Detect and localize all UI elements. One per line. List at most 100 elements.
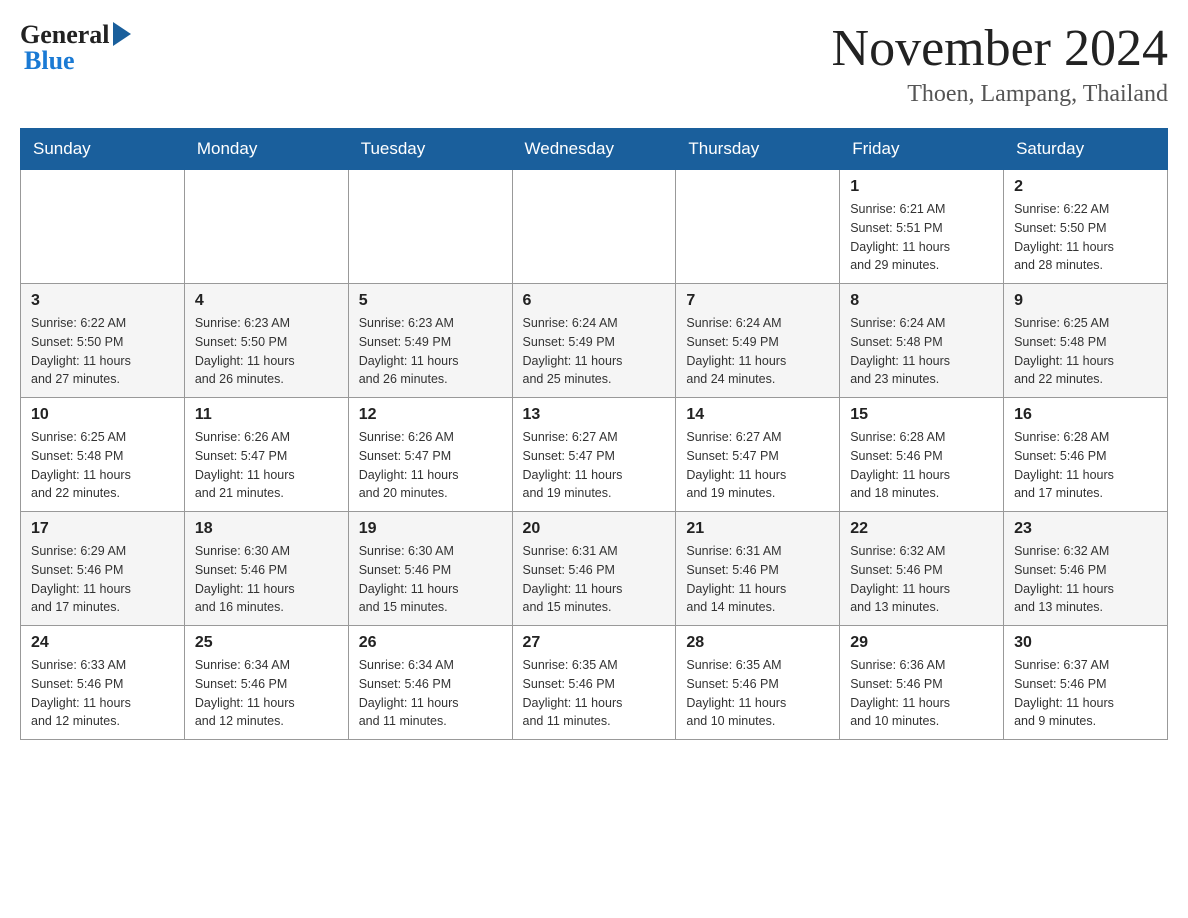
day-info: Sunrise: 6:23 AM Sunset: 5:49 PM Dayligh… (359, 314, 502, 389)
day-info: Sunrise: 6:29 AM Sunset: 5:46 PM Dayligh… (31, 542, 174, 617)
calendar-cell: 6 Sunrise: 6:24 AM Sunset: 5:49 PM Daylig… (512, 284, 676, 398)
calendar-cell: 28 Sunrise: 6:35 AM Sunset: 5:46 PM Dayli… (676, 626, 840, 740)
day-info: Sunrise: 6:24 AM Sunset: 5:49 PM Dayligh… (523, 314, 666, 389)
week-row-4: 17 Sunrise: 6:29 AM Sunset: 5:46 PM Dayli… (21, 512, 1168, 626)
title-section: November 2024 Thoen, Lampang, Thailand (832, 20, 1168, 108)
day-number: 23 (1014, 520, 1157, 538)
calendar-cell: 22 Sunrise: 6:32 AM Sunset: 5:46 PM Dayli… (840, 512, 1004, 626)
header-sunday: Sunday (21, 129, 185, 170)
week-row-2: 3 Sunrise: 6:22 AM Sunset: 5:50 PM Daylig… (21, 284, 1168, 398)
day-number: 22 (850, 520, 993, 538)
header-thursday: Thursday (676, 129, 840, 170)
page-header: General Blue November 2024 Thoen, Lampan… (20, 20, 1168, 108)
calendar-cell: 19 Sunrise: 6:30 AM Sunset: 5:46 PM Dayli… (348, 512, 512, 626)
calendar-cell: 2 Sunrise: 6:22 AM Sunset: 5:50 PM Daylig… (1004, 170, 1168, 284)
calendar-cell (21, 170, 185, 284)
header-monday: Monday (184, 129, 348, 170)
day-number: 25 (195, 634, 338, 652)
day-info: Sunrise: 6:34 AM Sunset: 5:46 PM Dayligh… (359, 656, 502, 731)
day-number: 24 (31, 634, 174, 652)
day-number: 29 (850, 634, 993, 652)
month-title: November 2024 (832, 20, 1168, 77)
day-info: Sunrise: 6:27 AM Sunset: 5:47 PM Dayligh… (523, 428, 666, 503)
calendar-cell: 23 Sunrise: 6:32 AM Sunset: 5:46 PM Dayli… (1004, 512, 1168, 626)
day-info: Sunrise: 6:22 AM Sunset: 5:50 PM Dayligh… (31, 314, 174, 389)
day-number: 14 (686, 406, 829, 424)
calendar-cell: 5 Sunrise: 6:23 AM Sunset: 5:49 PM Daylig… (348, 284, 512, 398)
day-number: 5 (359, 292, 502, 310)
day-info: Sunrise: 6:31 AM Sunset: 5:46 PM Dayligh… (686, 542, 829, 617)
calendar-cell: 4Sunrise: 6:23 AM Sunset: 5:50 PM Daylig… (184, 284, 348, 398)
day-info: Sunrise: 6:21 AM Sunset: 5:51 PM Dayligh… (850, 200, 993, 275)
calendar-cell (184, 170, 348, 284)
day-number: 7 (686, 292, 829, 310)
weekday-header-row: Sunday Monday Tuesday Wednesday Thursday… (21, 129, 1168, 170)
day-number: 26 (359, 634, 502, 652)
calendar-cell: 7 Sunrise: 6:24 AM Sunset: 5:49 PM Daylig… (676, 284, 840, 398)
calendar-cell: 17 Sunrise: 6:29 AM Sunset: 5:46 PM Dayli… (21, 512, 185, 626)
day-number: 15 (850, 406, 993, 424)
calendar-cell: 10Sunrise: 6:25 AM Sunset: 5:48 PM Dayli… (21, 398, 185, 512)
day-number: 8 (850, 292, 993, 310)
day-info: Sunrise: 6:37 AM Sunset: 5:46 PM Dayligh… (1014, 656, 1157, 731)
calendar-cell: 16Sunrise: 6:28 AM Sunset: 5:46 PM Dayli… (1004, 398, 1168, 512)
day-info: Sunrise: 6:22 AM Sunset: 5:50 PM Dayligh… (1014, 200, 1157, 275)
calendar-cell: 30Sunrise: 6:37 AM Sunset: 5:46 PM Dayli… (1004, 626, 1168, 740)
day-info: Sunrise: 6:30 AM Sunset: 5:46 PM Dayligh… (195, 542, 338, 617)
day-info: Sunrise: 6:25 AM Sunset: 5:48 PM Dayligh… (1014, 314, 1157, 389)
calendar-cell: 24 Sunrise: 6:33 AM Sunset: 5:46 PM Dayli… (21, 626, 185, 740)
day-number: 17 (31, 520, 174, 538)
day-number: 1 (850, 178, 993, 196)
week-row-3: 10Sunrise: 6:25 AM Sunset: 5:48 PM Dayli… (21, 398, 1168, 512)
calendar-cell: 18 Sunrise: 6:30 AM Sunset: 5:46 PM Dayli… (184, 512, 348, 626)
calendar-cell (348, 170, 512, 284)
day-number: 11 (195, 406, 338, 424)
day-number: 20 (523, 520, 666, 538)
day-info: Sunrise: 6:30 AM Sunset: 5:46 PM Dayligh… (359, 542, 502, 617)
day-info: Sunrise: 6:33 AM Sunset: 5:46 PM Dayligh… (31, 656, 174, 731)
day-number: 13 (523, 406, 666, 424)
day-info: Sunrise: 6:32 AM Sunset: 5:46 PM Dayligh… (1014, 542, 1157, 617)
day-number: 19 (359, 520, 502, 538)
day-info: Sunrise: 6:35 AM Sunset: 5:46 PM Dayligh… (523, 656, 666, 731)
calendar-cell: 3 Sunrise: 6:22 AM Sunset: 5:50 PM Daylig… (21, 284, 185, 398)
calendar-cell: 14 Sunrise: 6:27 AM Sunset: 5:47 PM Dayli… (676, 398, 840, 512)
day-info: Sunrise: 6:24 AM Sunset: 5:49 PM Dayligh… (686, 314, 829, 389)
day-info: Sunrise: 6:27 AM Sunset: 5:47 PM Dayligh… (686, 428, 829, 503)
calendar-cell: 11 Sunrise: 6:26 AM Sunset: 5:47 PM Dayli… (184, 398, 348, 512)
day-info: Sunrise: 6:35 AM Sunset: 5:46 PM Dayligh… (686, 656, 829, 731)
day-number: 6 (523, 292, 666, 310)
calendar-cell: 9 Sunrise: 6:25 AM Sunset: 5:48 PM Daylig… (1004, 284, 1168, 398)
day-info: Sunrise: 6:26 AM Sunset: 5:47 PM Dayligh… (359, 428, 502, 503)
day-number: 27 (523, 634, 666, 652)
day-number: 9 (1014, 292, 1157, 310)
day-info: Sunrise: 6:32 AM Sunset: 5:46 PM Dayligh… (850, 542, 993, 617)
day-info: Sunrise: 6:28 AM Sunset: 5:46 PM Dayligh… (1014, 428, 1157, 503)
calendar-cell: 13 Sunrise: 6:27 AM Sunset: 5:47 PM Dayli… (512, 398, 676, 512)
calendar-cell: 21 Sunrise: 6:31 AM Sunset: 5:46 PM Dayli… (676, 512, 840, 626)
day-info: Sunrise: 6:23 AM Sunset: 5:50 PM Dayligh… (195, 314, 338, 389)
calendar-cell: 27 Sunrise: 6:35 AM Sunset: 5:46 PM Dayli… (512, 626, 676, 740)
location-title: Thoen, Lampang, Thailand (832, 81, 1168, 108)
calendar-cell: 25Sunrise: 6:34 AM Sunset: 5:46 PM Dayli… (184, 626, 348, 740)
calendar-cell: 29 Sunrise: 6:36 AM Sunset: 5:46 PM Dayli… (840, 626, 1004, 740)
logo: General Blue (20, 20, 131, 76)
day-number: 28 (686, 634, 829, 652)
day-number: 3 (31, 292, 174, 310)
week-row-5: 24 Sunrise: 6:33 AM Sunset: 5:46 PM Dayli… (21, 626, 1168, 740)
calendar-cell: 15 Sunrise: 6:28 AM Sunset: 5:46 PM Dayli… (840, 398, 1004, 512)
day-number: 21 (686, 520, 829, 538)
header-friday: Friday (840, 129, 1004, 170)
day-info: Sunrise: 6:31 AM Sunset: 5:46 PM Dayligh… (523, 542, 666, 617)
calendar-cell: 8Sunrise: 6:24 AM Sunset: 5:48 PM Daylig… (840, 284, 1004, 398)
day-info: Sunrise: 6:25 AM Sunset: 5:48 PM Dayligh… (31, 428, 174, 503)
header-tuesday: Tuesday (348, 129, 512, 170)
day-info: Sunrise: 6:26 AM Sunset: 5:47 PM Dayligh… (195, 428, 338, 503)
calendar-cell (512, 170, 676, 284)
day-info: Sunrise: 6:28 AM Sunset: 5:46 PM Dayligh… (850, 428, 993, 503)
day-number: 18 (195, 520, 338, 538)
day-info: Sunrise: 6:36 AM Sunset: 5:46 PM Dayligh… (850, 656, 993, 731)
calendar-cell: 12 Sunrise: 6:26 AM Sunset: 5:47 PM Dayli… (348, 398, 512, 512)
day-number: 12 (359, 406, 502, 424)
day-number: 2 (1014, 178, 1157, 196)
